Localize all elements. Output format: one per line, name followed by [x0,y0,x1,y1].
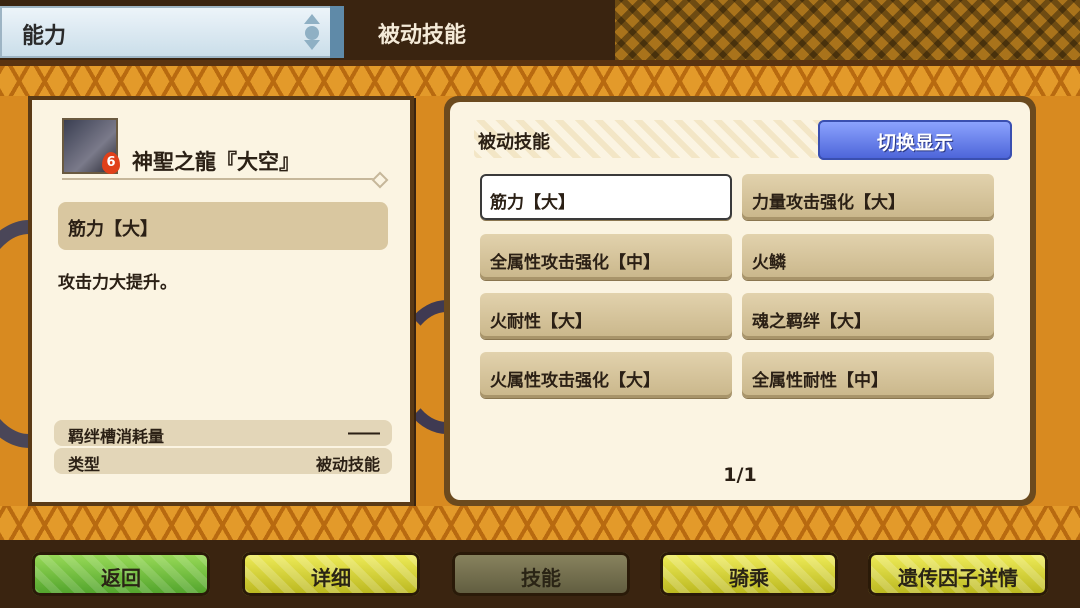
skill-item[interactable]: 魂之羁绊【大】 [742,293,994,339]
skill-item-label: 火耐性【大】 [490,312,592,332]
ride-button-label: 骑乘 [729,566,769,590]
category-selector[interactable]: 能力 [0,6,340,58]
skill-item-label: 全属性耐性【中】 [752,371,888,391]
arrow-down-icon[interactable] [304,40,320,50]
skill-item-label: 全属性攻击强化【中】 [490,253,660,273]
ride-button[interactable]: 骑乘 [660,552,838,596]
gene-details-button-label: 遗传因子详情 [898,566,1018,590]
skill-item[interactable]: 力量攻击强化【大】 [742,174,994,220]
top-bar: 能力 被动技能 [0,0,1080,66]
skill-description: 攻击力大提升。 [58,273,177,293]
skill-type-row: 类型 被动技能 [54,448,392,474]
scroll-dot-icon [305,26,319,40]
skill-item[interactable]: 火鳞 [742,234,994,280]
skill-detail-card: 6 神聖之龍『大空』 筋力【大】 攻击力大提升。 羁绊槽消耗量 ―― 类型 被动… [28,96,414,506]
toggle-display-button[interactable]: 切换显示 [818,120,1012,160]
name-divider [62,178,382,180]
skill-item[interactable]: 筋力【大】 [480,174,732,220]
back-button-label: 返回 [101,566,141,590]
skill-item[interactable]: 火耐性【大】 [480,293,732,339]
skill-item[interactable]: 全属性耐性【中】 [742,352,994,398]
detail-button[interactable]: 详细 [242,552,420,596]
skill-item-label: 筋力【大】 [490,193,575,213]
back-button[interactable]: 返回 [32,552,210,596]
bond-gauge-cost-row: 羁绊槽消耗量 ―― [54,420,392,446]
selected-skill-name: 筋力【大】 [68,219,158,240]
screen-title: 被动技能 [378,23,467,48]
bond-gauge-cost-value: ―― [348,423,380,442]
fire-element-badge: 6 [102,152,120,174]
monster-name: 神聖之龍『大空』 [132,150,300,174]
gene-details-button[interactable]: 遗传因子详情 [868,552,1048,596]
detail-button-label: 详细 [311,566,351,590]
skill-item[interactable]: 火属性攻击强化【大】 [480,352,732,398]
skill-item[interactable]: 全属性攻击强化【中】 [480,234,732,280]
skill-item-label: 力量攻击强化【大】 [752,193,905,213]
skill-list-panel: 被动技能 切换显示 筋力【大】 力量攻击强化【大】 全属性攻击强化【中】 火鳞 … [444,96,1036,506]
category-label: 能力 [22,24,67,49]
decorative-band-top [0,66,1080,96]
skill-item-label: 火属性攻击强化【大】 [490,371,660,391]
category-edge [330,6,344,58]
skill-item-label: 火鳞 [752,253,786,273]
page-indicator: 1/1 [723,464,757,486]
arrow-up-icon[interactable] [304,14,320,24]
bond-gauge-cost-label: 羁绊槽消耗量 [68,427,165,446]
toggle-display-label: 切换显示 [876,132,953,154]
decorative-band-bottom [0,506,1080,540]
skill-type-label: 类型 [68,455,101,474]
skill-item-label: 魂之羁绊【大】 [752,312,871,332]
selected-skill-box: 筋力【大】 [58,202,388,250]
header-pattern [615,0,1080,64]
skill-list-inner: 被动技能 切换显示 筋力【大】 力量攻击强化【大】 全属性攻击强化【中】 火鳞 … [450,102,1030,500]
panel-title: 被动技能 [478,132,550,153]
skill-type-value: 被动技能 [315,455,380,474]
skill-button-label: 技能 [521,566,561,590]
category-scroll-arrows[interactable] [300,12,324,52]
skill-button[interactable]: 技能 [452,552,630,596]
